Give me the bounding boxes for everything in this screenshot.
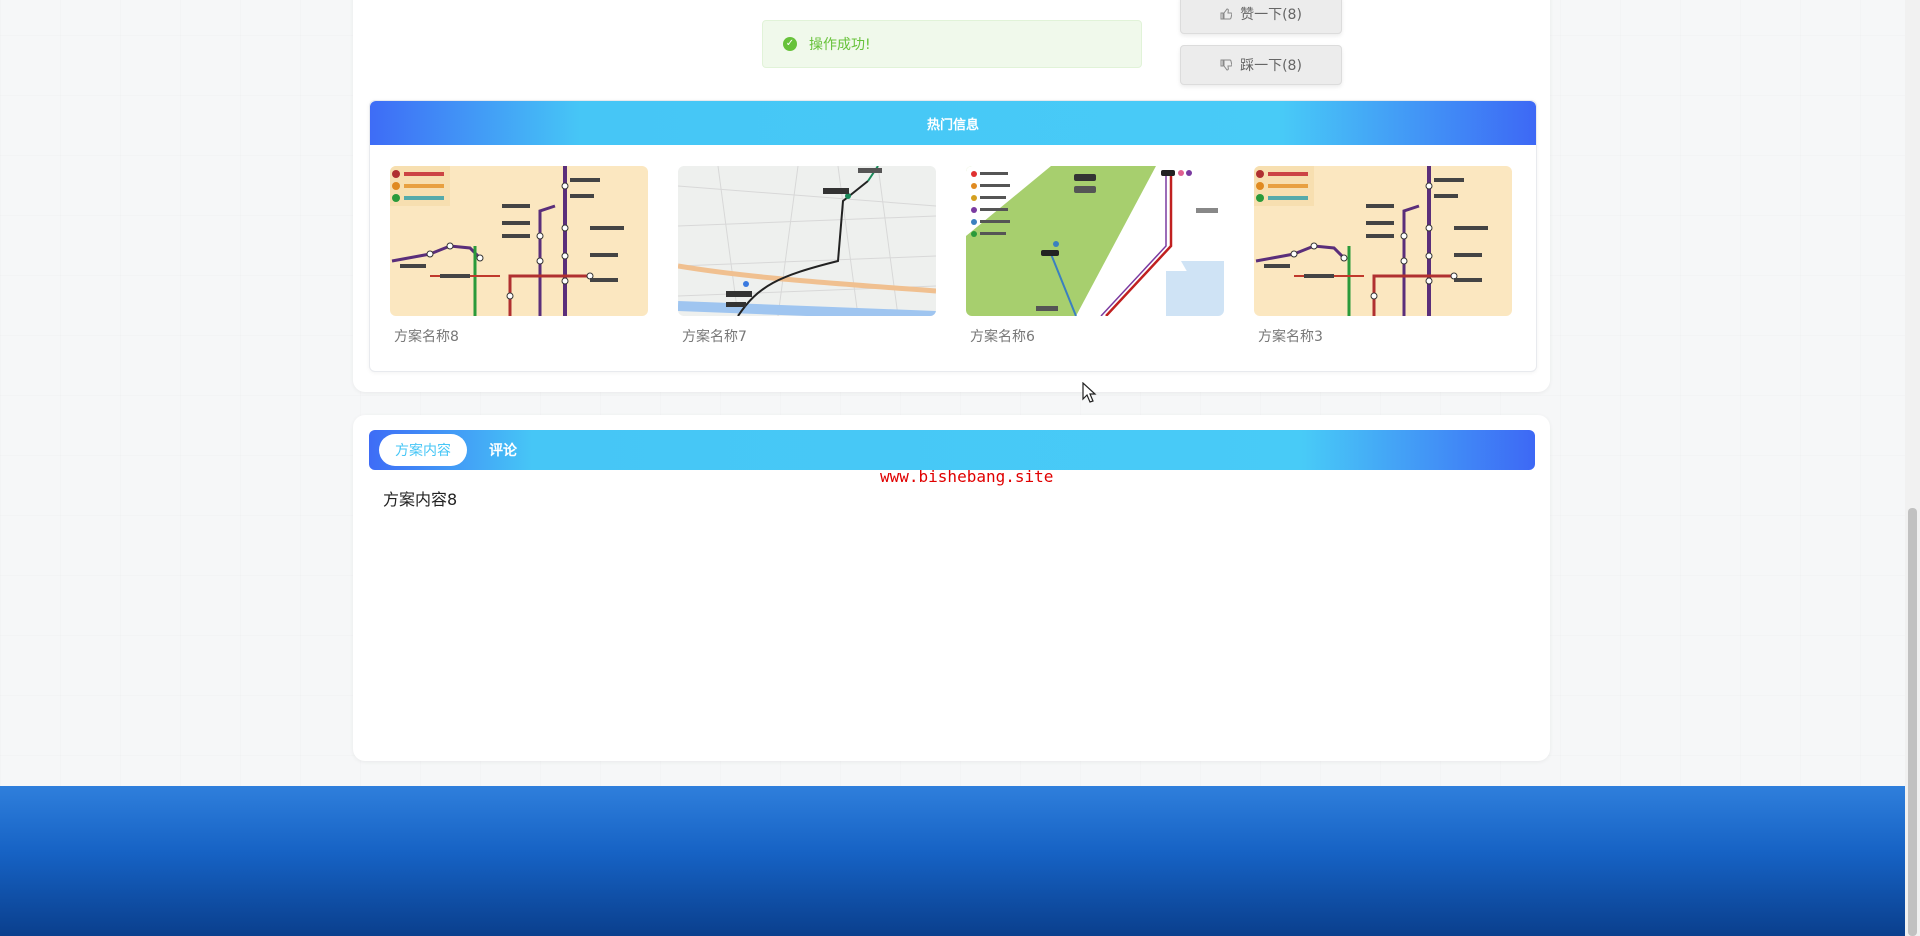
hot-item-card[interactable]: 方案名称3 — [1254, 166, 1512, 346]
dislike-label: 踩一下(8) — [1240, 58, 1302, 74]
metro-map-image — [1254, 166, 1512, 316]
hot-item-name[interactable]: 方案名称3 — [1254, 326, 1512, 346]
hot-info-list: 方案名称8 方案名称7 方案名称6 方案名称3 — [390, 166, 1512, 346]
hot-info-title: 热门信息 — [926, 117, 979, 133]
success-toast: ✓ 操作成功! — [762, 20, 1142, 68]
hot-item-name[interactable]: 方案名称6 — [966, 326, 1224, 346]
tab-comments[interactable]: 评论 — [473, 434, 533, 466]
toast-message: 操作成功! — [809, 37, 871, 53]
hot-item-image[interactable] — [390, 166, 648, 316]
content-tab-bar: 方案内容 评论 — [369, 430, 1535, 470]
hot-info-panel: 热门信息 方案名称8 方案名称7 方案名称6 方案名称3 — [369, 100, 1537, 372]
thumbs-up-icon — [1220, 8, 1233, 20]
scrollbar-thumb[interactable] — [1908, 508, 1917, 936]
hot-item-card[interactable]: 方案名称7 — [678, 166, 936, 346]
metro-map-image — [390, 166, 648, 316]
hot-item-card[interactable]: 方案名称8 — [390, 166, 648, 346]
hot-item-name[interactable]: 方案名称8 — [390, 326, 648, 346]
like-button[interactable]: 赞一下(8) — [1180, 0, 1342, 34]
footer — [0, 786, 1905, 936]
street-map-image — [678, 166, 936, 316]
tab-content[interactable]: 方案内容 — [379, 434, 467, 466]
hot-item-name[interactable]: 方案名称7 — [678, 326, 936, 346]
content-body: 方案内容8 — [383, 490, 458, 509]
like-label: 赞一下(8) — [1240, 7, 1302, 23]
hot-item-image[interactable] — [966, 166, 1224, 316]
hot-item-image[interactable] — [678, 166, 936, 316]
page-scrollbar[interactable] — [1905, 0, 1920, 936]
hot-item-card[interactable]: 方案名称6 — [966, 166, 1224, 346]
watermark: www.bishebang.site — [880, 467, 1054, 486]
mouse-cursor-icon — [1082, 382, 1097, 403]
hot-info-header: 热门信息 — [370, 101, 1536, 145]
dislike-button[interactable]: 踩一下(8) — [1180, 45, 1342, 85]
check-circle-icon: ✓ — [783, 37, 797, 51]
transit-map-image — [966, 166, 1224, 316]
thumbs-down-icon — [1220, 59, 1233, 71]
hot-item-image[interactable] — [1254, 166, 1512, 316]
